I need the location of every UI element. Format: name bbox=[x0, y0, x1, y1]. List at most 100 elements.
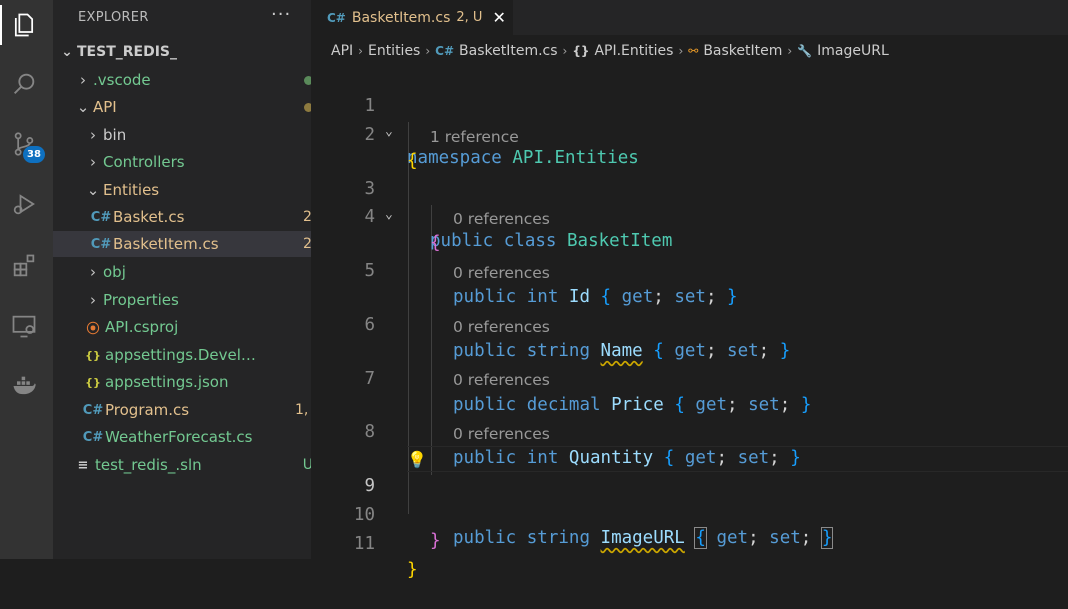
tree-item-api[interactable]: ⌄ API bbox=[53, 94, 335, 120]
breadcrumb-item[interactable]: Entities bbox=[368, 43, 420, 59]
remote-explorer-icon[interactable] bbox=[0, 306, 48, 346]
fold-chevron-icon[interactable]: ⌄ bbox=[385, 119, 393, 145]
chevron-down-icon: ⌄ bbox=[76, 98, 90, 116]
code-line[interactable]: 2 { bbox=[311, 96, 1068, 171]
activity-bar: 38 bbox=[0, 0, 53, 559]
line-number: 11 bbox=[353, 534, 375, 554]
chevron-down-icon: ⌄ bbox=[86, 181, 100, 199]
tree-item-weatherforecast-cs[interactable]: C# WeatherForecast.cs U bbox=[53, 424, 343, 450]
tree-item-label: test_redis_.sln bbox=[95, 456, 202, 474]
tree-item-label: .vscode bbox=[93, 71, 151, 89]
tree-item-properties[interactable]: › Properties bbox=[53, 287, 345, 313]
line-number: 5 bbox=[364, 261, 375, 281]
chevron-right-icon: › bbox=[90, 126, 96, 144]
tree-item-vscode[interactable]: › .vscode bbox=[53, 67, 335, 93]
chevron-right-icon: › bbox=[678, 44, 684, 58]
fold-chevron-icon[interactable]: ⌄ bbox=[385, 202, 393, 228]
tree-item-basket-cs[interactable]: C# Basket.cs 2, U bbox=[53, 204, 351, 230]
csharp-file-icon: C# bbox=[435, 44, 455, 58]
tree-item-label: API.csproj bbox=[105, 318, 179, 336]
tree-item-controllers[interactable]: › Controllers bbox=[53, 149, 345, 175]
tree-item-appsettings-dev[interactable]: {} appsettings.Develop... U bbox=[53, 342, 343, 368]
breadcrumb-item[interactable]: BasketItem.cs bbox=[459, 43, 558, 59]
breadcrumb: API › Entities › C# BasketItem.cs › {} A… bbox=[331, 43, 889, 59]
codelens-references[interactable]: 0 references bbox=[453, 422, 550, 446]
tree-item-program-cs[interactable]: C# Program.cs 1, U bbox=[53, 397, 343, 423]
chevron-right-icon: › bbox=[562, 44, 568, 58]
docker-icon[interactable] bbox=[0, 366, 48, 406]
code-line[interactable]: 11 } bbox=[311, 505, 1068, 580]
workspace-root-label: TEST_REDIS_ bbox=[77, 44, 178, 60]
code-line[interactable]: 8 public int Quantity { get; set; } bbox=[311, 393, 1068, 468]
code-line[interactable]: 1 ⌄ namespace API.Entities bbox=[311, 67, 1068, 168]
codelens-references[interactable]: 0 references bbox=[453, 207, 550, 231]
close-icon[interactable]: ✕ bbox=[492, 8, 505, 27]
tree-item-label: appsettings.Develop... bbox=[105, 346, 263, 364]
chevron-right-icon: › bbox=[358, 44, 363, 58]
breadcrumb-item[interactable]: API bbox=[331, 43, 353, 59]
code-line[interactable]: 6 public string Name { get; set; } bbox=[311, 286, 1068, 361]
codelens-references[interactable]: 1 reference bbox=[430, 125, 519, 149]
line-number: 7 bbox=[364, 369, 375, 389]
tree-item-entities[interactable]: ⌄ Entities bbox=[53, 177, 345, 203]
code-text: } bbox=[430, 531, 441, 551]
more-actions-icon[interactable]: ··· bbox=[271, 4, 291, 25]
tree-item-label: Controllers bbox=[103, 153, 185, 171]
line-number: 8 bbox=[364, 422, 375, 442]
tree-item-bin[interactable]: › bin bbox=[53, 122, 345, 148]
tree-item-label: Properties bbox=[103, 291, 179, 309]
code-line[interactable]: 5 public int Id { get; set; } bbox=[311, 232, 1068, 307]
explorer-sidebar: EXPLORER ··· ⌄ TEST_REDIS_ › .vscode ⌄ A… bbox=[53, 0, 351, 559]
line-number: 2 bbox=[364, 125, 375, 145]
codelens-references[interactable]: 0 references bbox=[453, 261, 550, 285]
files-icon[interactable] bbox=[0, 5, 48, 45]
csharp-file-icon: C# bbox=[327, 10, 346, 25]
tree-item-obj[interactable]: › obj bbox=[53, 259, 345, 285]
tree-item-label: Basket.cs bbox=[113, 208, 185, 226]
class-icon: ⚯ bbox=[688, 44, 699, 58]
tree-item-label: Entities bbox=[103, 181, 160, 199]
tree-item-label: WeatherForecast.cs bbox=[105, 428, 253, 446]
code-line[interactable]: 3 ⌄ public class BasketItem bbox=[311, 150, 1068, 251]
workspace-root[interactable]: ⌄ TEST_REDIS_ bbox=[53, 39, 319, 65]
tree-item-basketitem-cs[interactable]: C# BasketItem.cs 2, U bbox=[53, 231, 351, 257]
tree-item-appsettings-json[interactable]: {} appsettings.json U bbox=[53, 369, 343, 395]
tab-status: 2, U bbox=[456, 10, 483, 25]
json-icon: {} bbox=[85, 375, 101, 389]
tree-item-label: Program.cs bbox=[105, 401, 190, 419]
csharp-file-icon: C# bbox=[90, 236, 112, 252]
breadcrumb-item[interactable]: ImageURL bbox=[817, 43, 889, 59]
chevron-right-icon: › bbox=[787, 44, 793, 58]
scm-badge: 38 bbox=[23, 146, 45, 163]
chevron-right-icon: › bbox=[90, 263, 96, 281]
lightbulb-icon[interactable]: 💡 bbox=[407, 447, 427, 473]
breadcrumb-item[interactable]: BasketItem bbox=[703, 43, 782, 59]
csharp-file-icon: C# bbox=[90, 209, 112, 225]
namespace-icon: {} bbox=[572, 44, 590, 58]
tree-item-sln[interactable]: ≡ test_redis_.sln U bbox=[53, 452, 333, 478]
chevron-right-icon: › bbox=[90, 153, 96, 171]
code-line[interactable]: 9 💡 public string ImageURL { get; set; } bbox=[311, 447, 1068, 549]
wrench-icon: 🔧 bbox=[797, 44, 813, 58]
explorer-title: EXPLORER bbox=[78, 10, 149, 25]
search-icon[interactable] bbox=[0, 64, 48, 104]
tree-item-label: bin bbox=[103, 126, 127, 144]
line-number: 6 bbox=[364, 315, 375, 335]
chevron-down-icon: ⌄ bbox=[61, 44, 73, 60]
breadcrumb-item[interactable]: API.Entities bbox=[594, 43, 673, 59]
tree-item-label: obj bbox=[103, 263, 126, 281]
tab-label: BasketItem.cs bbox=[351, 9, 451, 26]
tab-basketitem-cs[interactable]: C# BasketItem.cs 2, U ✕ bbox=[311, 0, 513, 35]
line-number: 4 bbox=[364, 207, 375, 227]
solution-file-icon: ≡ bbox=[77, 457, 89, 473]
code-line[interactable]: 7 public decimal Price { get; set; } bbox=[311, 340, 1068, 415]
extensions-icon[interactable] bbox=[0, 246, 48, 286]
rss-icon: ⦿ bbox=[86, 321, 100, 337]
run-debug-icon[interactable] bbox=[0, 184, 48, 224]
codelens-references[interactable]: 0 references bbox=[453, 368, 550, 392]
code-line[interactable]: 10 } bbox=[311, 476, 1068, 551]
codelens-references[interactable]: 0 references bbox=[453, 315, 550, 339]
code-line[interactable]: 4 { bbox=[311, 178, 1068, 253]
tree-item-api-csproj[interactable]: ⦿ API.csproj U bbox=[53, 314, 343, 340]
code-text: } bbox=[407, 560, 418, 580]
